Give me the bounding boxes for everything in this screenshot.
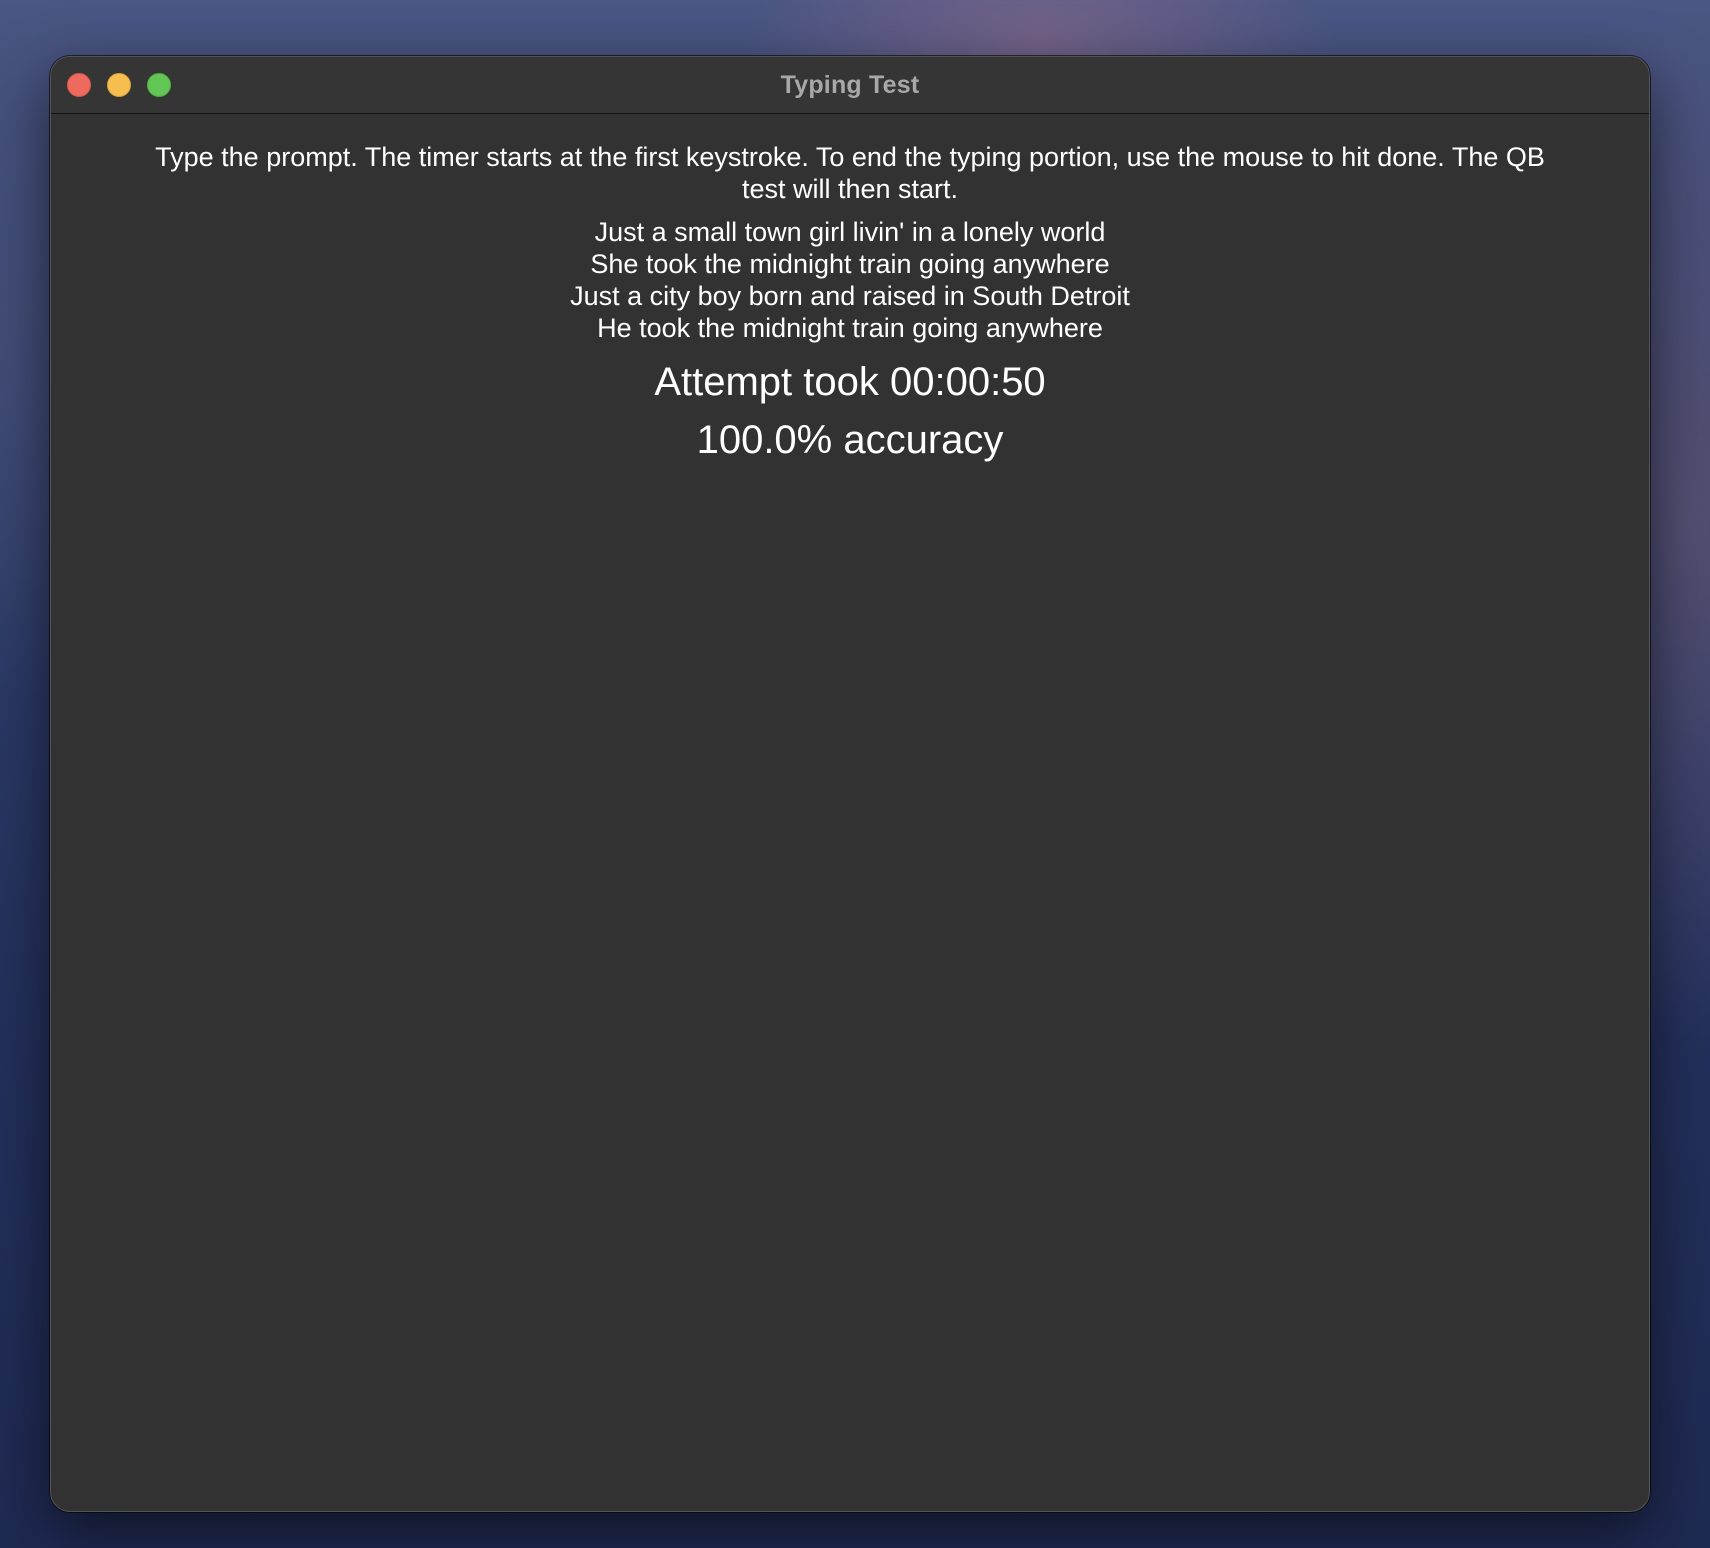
main-content: Type the prompt. The timer starts at the… [51, 141, 1649, 464]
window-title: Typing Test [780, 71, 920, 99]
instructions-text: Type the prompt. The timer starts at the… [155, 142, 1545, 204]
prompt-line: Just a city boy born and raised in South… [570, 281, 1130, 311]
desktop-background: Typing Test Type the prompt. The timer s… [0, 0, 1710, 1548]
accuracy-result: 100.0% accuracy [696, 418, 1004, 462]
typing-prompt: Just a small town girl livin' in a lonel… [51, 216, 1649, 344]
attempt-time-result: Attempt took 00:00:50 [654, 360, 1046, 404]
prompt-line: He took the midnight train going anywher… [597, 313, 1103, 343]
window-titlebar[interactable]: Typing Test [51, 57, 1649, 114]
typing-test-window: Typing Test Type the prompt. The timer s… [50, 56, 1650, 1512]
prompt-line: Just a small town girl livin' in a lonel… [594, 217, 1106, 247]
prompt-line: She took the midnight train going anywhe… [590, 249, 1110, 279]
